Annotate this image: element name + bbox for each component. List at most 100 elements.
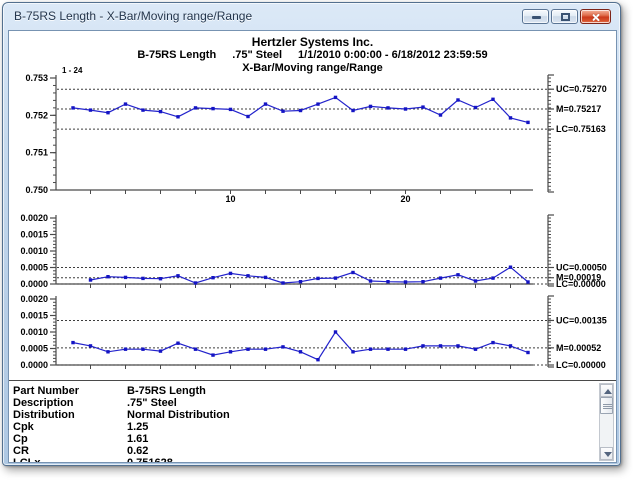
range-data-point[interactable]: [106, 350, 109, 353]
y-tick-label: 0.0020: [20, 213, 48, 223]
close-button[interactable]: [580, 9, 611, 24]
range-data-point[interactable]: [89, 344, 92, 347]
lower-control-line-label: LC=0.75163: [556, 124, 606, 134]
xbar-data-point[interactable]: [246, 115, 249, 118]
moving-range-data-point[interactable]: [89, 278, 92, 281]
xbar-data-point[interactable]: [491, 98, 494, 101]
y-tick-label: 0.0010: [20, 327, 48, 337]
statistics-panel: Part NumberB-75RS LengthDescription.75" …: [9, 380, 616, 463]
moving-range-data-point[interactable]: [211, 276, 214, 279]
xbar-data-point[interactable]: [421, 105, 424, 108]
upper-control-line-label: UC=0.75270: [556, 84, 607, 94]
moving-range-data-point[interactable]: [194, 281, 197, 284]
window-titlebar[interactable]: B-75RS Length - X-Bar/Moving range/Range: [3, 3, 620, 29]
stat-row: DistributionNormal Distribution: [9, 409, 616, 421]
y-tick-label: 0.750: [25, 185, 48, 195]
xbar-data-point[interactable]: [316, 102, 319, 105]
range-data-point[interactable]: [299, 350, 302, 353]
xbar-data-point[interactable]: [474, 106, 477, 109]
range-data-point[interactable]: [491, 341, 494, 344]
y-tick-label: 0.0005: [20, 344, 48, 354]
moving-range-data-point[interactable]: [176, 274, 179, 277]
moving-range-data-point[interactable]: [491, 276, 494, 279]
range-data-point[interactable]: [526, 351, 529, 354]
range-data-point[interactable]: [194, 348, 197, 351]
range-data-point[interactable]: [124, 348, 127, 351]
moving-range-data-point[interactable]: [264, 276, 267, 279]
moving-range-data-point[interactable]: [159, 277, 162, 280]
xbar-data-point[interactable]: [176, 115, 179, 118]
xbar-data-point[interactable]: [211, 107, 214, 110]
moving-range-data-point[interactable]: [246, 274, 249, 277]
range-data-point[interactable]: [404, 348, 407, 351]
xbar-data-point[interactable]: [264, 102, 267, 105]
range-data-point[interactable]: [421, 344, 424, 347]
moving-range-data-point[interactable]: [124, 276, 127, 279]
moving-range-data-point[interactable]: [509, 266, 512, 269]
xbar-data-point[interactable]: [124, 102, 127, 105]
range-data-point[interactable]: [439, 344, 442, 347]
xbar-data-point[interactable]: [71, 106, 74, 109]
moving-range-data-point[interactable]: [526, 280, 529, 283]
xbar-data-point[interactable]: [229, 108, 232, 111]
xbar-data-point[interactable]: [299, 109, 302, 112]
range-data-point[interactable]: [316, 358, 319, 361]
range-data-point[interactable]: [386, 348, 389, 351]
xbar-data-point[interactable]: [509, 116, 512, 119]
moving-range-data-point[interactable]: [299, 280, 302, 283]
range-data-point[interactable]: [71, 341, 74, 344]
moving-range-data-point[interactable]: [474, 279, 477, 282]
moving-range-data-point[interactable]: [439, 276, 442, 279]
xbar-data-point[interactable]: [334, 96, 337, 99]
range-data-point[interactable]: [141, 348, 144, 351]
xbar-data-point[interactable]: [159, 110, 162, 113]
moving-range-data-point[interactable]: [404, 280, 407, 283]
xbar-data-point[interactable]: [141, 108, 144, 111]
stat-label: CR: [13, 445, 29, 457]
range-data-point[interactable]: [474, 348, 477, 351]
range-data-point[interactable]: [281, 345, 284, 348]
xbar-data-point[interactable]: [439, 113, 442, 116]
xbar-data-point[interactable]: [386, 106, 389, 109]
y-tick-label: 0.0000: [20, 360, 48, 370]
xbar-data-point[interactable]: [456, 98, 459, 101]
range-data-point[interactable]: [229, 350, 232, 353]
xbar-data-point[interactable]: [369, 105, 372, 108]
scroll-down-button[interactable]: [600, 447, 613, 460]
stat-row: LCLx0.751628: [9, 457, 616, 463]
minimize-button[interactable]: [522, 9, 549, 24]
moving-range-data-point[interactable]: [106, 275, 109, 278]
xbar-data-point[interactable]: [351, 109, 354, 112]
moving-range-data-point[interactable]: [386, 280, 389, 283]
moving-range-data-point[interactable]: [369, 279, 372, 282]
minimize-icon: [532, 16, 541, 19]
xbar-data-point[interactable]: [526, 121, 529, 124]
moving-range-data-point[interactable]: [229, 272, 232, 275]
moving-range-data-point[interactable]: [281, 281, 284, 284]
moving-range-data-point[interactable]: [334, 276, 337, 279]
range-data-point[interactable]: [334, 330, 337, 333]
scroll-thumb[interactable]: [600, 397, 613, 414]
moving-range-data-point[interactable]: [421, 280, 424, 283]
range-data-point[interactable]: [264, 348, 267, 351]
range-data-point[interactable]: [159, 349, 162, 352]
moving-range-data-point[interactable]: [316, 277, 319, 280]
range-data-point[interactable]: [509, 344, 512, 347]
moving-range-data-point[interactable]: [456, 273, 459, 276]
maximize-button[interactable]: [551, 9, 578, 24]
xbar-data-point[interactable]: [404, 107, 407, 110]
xbar-data-point[interactable]: [194, 106, 197, 109]
range-data-point[interactable]: [211, 353, 214, 356]
range-data-point[interactable]: [456, 344, 459, 347]
xbar-data-point[interactable]: [281, 110, 284, 113]
range-data-point[interactable]: [176, 342, 179, 345]
moving-range-data-point[interactable]: [351, 271, 354, 274]
range-data-point[interactable]: [351, 350, 354, 353]
moving-range-data-point[interactable]: [141, 277, 144, 280]
scroll-up-button[interactable]: [600, 384, 613, 397]
range-data-point[interactable]: [246, 348, 249, 351]
range-data-point[interactable]: [369, 348, 372, 351]
scrollbar[interactable]: [599, 383, 614, 461]
xbar-data-point[interactable]: [106, 111, 109, 114]
xbar-data-point[interactable]: [89, 108, 92, 111]
